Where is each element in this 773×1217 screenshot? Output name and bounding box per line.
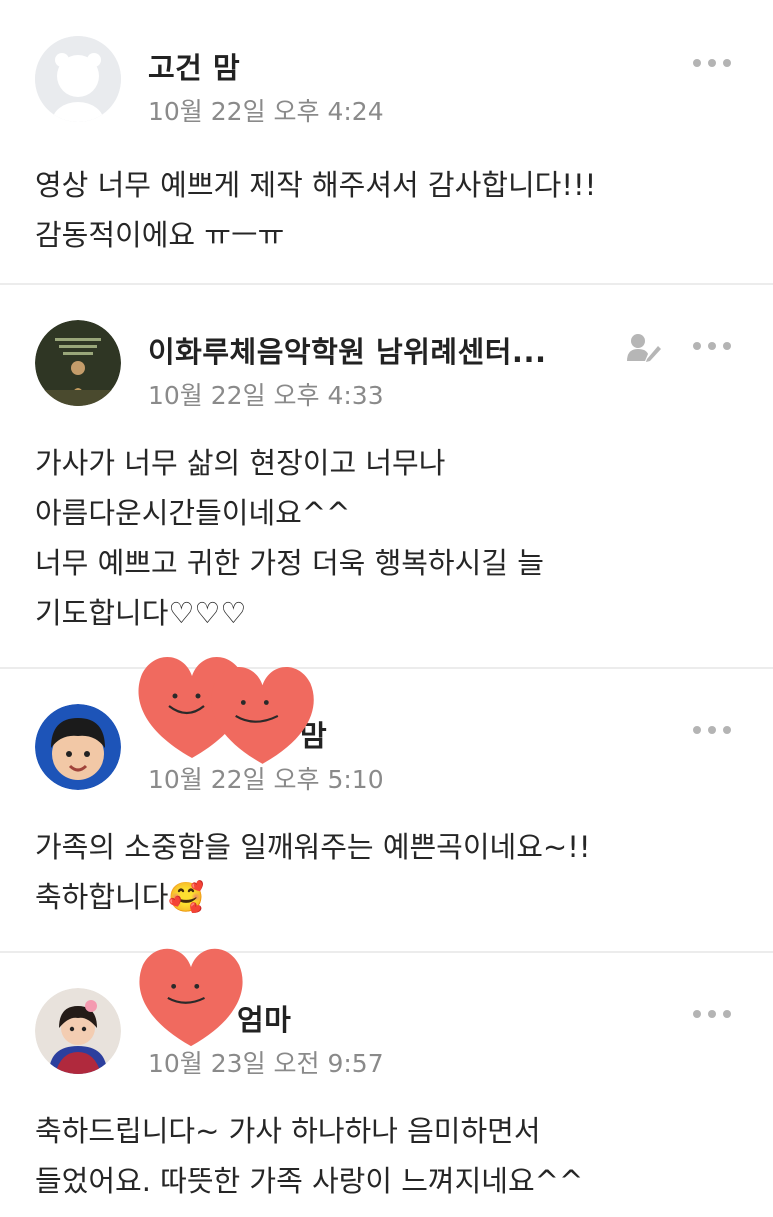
comment-author[interactable]: 이화루체음악학원 남위례센터... bbox=[148, 329, 547, 371]
default-avatar-icon[interactable] bbox=[35, 36, 121, 122]
heart-sticker bbox=[133, 942, 249, 1054]
comment-body: 가족의 소중함을 일깨워주는 예쁜곡이네요~!! 축하합니다🥰 bbox=[35, 822, 753, 922]
comment-timestamp: 10월 22일 오후 4:33 bbox=[148, 381, 384, 410]
comment-line: 축하드립니다~ 가사 하나하나 음미하면서 bbox=[35, 1114, 541, 1148]
avatar[interactable] bbox=[35, 320, 121, 406]
comment-body: 축하드립니다~ 가사 하나하나 음미하면서 들었어요. 따뜻한 가족 사랑이 느… bbox=[35, 1106, 753, 1206]
comment-body: 영상 너무 예쁘게 제작 해주셔서 감사합니다!!! 감동적이에요 ㅠㅡㅠ bbox=[35, 160, 753, 260]
heart-sticker bbox=[205, 660, 320, 772]
comment-timestamp: 10월 22일 오후 4:24 bbox=[148, 97, 384, 126]
divider bbox=[0, 951, 773, 953]
comment-author[interactable]: 고건 맘 bbox=[148, 45, 240, 87]
comment-line: 들었어요. 따뜻한 가족 사랑이 느껴지네요^^ bbox=[35, 1164, 584, 1198]
more-options-icon[interactable] bbox=[693, 725, 731, 735]
comment-line: 축하합니다🥰 bbox=[35, 880, 205, 914]
admin-badge-icon bbox=[626, 332, 662, 366]
comment-body: 가사가 너무 삶의 현장이고 너무나 아름다운시간들이네요^^ 너무 예쁘고 귀… bbox=[35, 438, 753, 638]
comment-line: 가사가 너무 삶의 현장이고 너무나 bbox=[35, 446, 446, 480]
more-options-icon[interactable] bbox=[693, 58, 731, 68]
comment-line: 너무 예쁘고 귀한 가정 더욱 행복하시길 늘 bbox=[35, 546, 544, 580]
comment-line: 아름다운시간들이네요^^ bbox=[35, 496, 351, 530]
avatar[interactable] bbox=[35, 988, 121, 1074]
more-options-icon[interactable] bbox=[693, 1009, 731, 1019]
more-options-icon[interactable] bbox=[693, 341, 731, 351]
comment-line: 영상 너무 예쁘게 제작 해주셔서 감사합니다!!! bbox=[35, 168, 597, 202]
comment-line: 감동적이에요 ㅠㅡㅠ bbox=[35, 218, 285, 252]
comment-line: 가족의 소중함을 일깨워주는 예쁜곡이네요~!! bbox=[35, 830, 591, 864]
comment-line: 기도합니다♡♡♡ bbox=[35, 596, 247, 630]
divider bbox=[0, 283, 773, 285]
avatar[interactable] bbox=[35, 704, 121, 790]
divider bbox=[0, 667, 773, 669]
